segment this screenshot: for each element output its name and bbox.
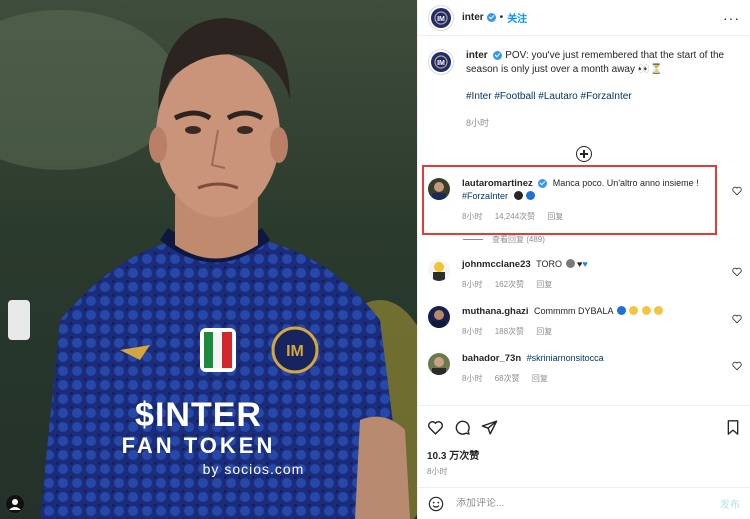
comment-hashtag[interactable]: #skriniarnonsitocca (527, 353, 604, 363)
post-author[interactable]: inter (462, 12, 484, 23)
emoji-smiley-icon[interactable] (428, 496, 444, 512)
inter-avatar[interactable]: IM (428, 4, 454, 31)
blue-heart-emoji-icon: ♥ (582, 259, 588, 269)
comment-time: 8小时 (462, 374, 483, 383)
verified-badge-icon (493, 50, 503, 60)
comment-username[interactable]: muthana.ghazi (462, 306, 529, 317)
commenter-avatar[interactable] (428, 178, 450, 200)
svg-text:IM: IM (437, 16, 445, 23)
reply-button[interactable]: 回复 (547, 212, 563, 221)
load-more-comments[interactable] (418, 146, 750, 164)
svg-text:IM: IM (437, 60, 445, 67)
likes-count[interactable]: 10.3 万次赞 (427, 447, 741, 462)
reply-button[interactable]: 回复 (536, 327, 552, 336)
reply-button[interactable]: 回复 (532, 374, 548, 383)
replies-line (463, 239, 483, 240)
blue-circle-emoji-icon (526, 191, 536, 200)
inter-logo-icon: IM (434, 55, 448, 69)
bookmark-save-icon[interactable] (725, 419, 741, 436)
like-heart-icon[interactable] (732, 267, 742, 277)
comment-time: 8小时 (462, 280, 483, 289)
like-heart-icon[interactable] (732, 186, 742, 196)
svg-text:IM: IM (286, 343, 304, 360)
comment-item: muthana.ghazi Commmm DYBALA 8小时 188次赞 回复 (418, 305, 750, 338)
comment-text: Manca poco. Un'altro anno insieme ! (552, 178, 699, 188)
post-image: IM $INTER FAN TOKEN by socios.com (0, 0, 417, 519)
caption-avatar[interactable]: IM (428, 49, 454, 75)
comment-input[interactable] (456, 498, 720, 509)
comment-likes[interactable]: 162次赞 (495, 280, 524, 289)
post-time: 8小时 (427, 467, 448, 476)
black-circle-emoji-icon (513, 191, 523, 200)
comment-bubble-icon[interactable] (454, 419, 471, 436)
comments-list[interactable]: IM inter POV: you've just remembered tha… (418, 37, 750, 404)
comment-likes[interactable]: 14,244次赞 (495, 212, 535, 221)
blue-circle-emoji-icon (616, 306, 626, 315)
tagged-user-icon[interactable] (5, 494, 25, 514)
comment-time: 8小时 (462, 327, 483, 336)
like-heart-icon[interactable] (427, 419, 444, 436)
post-caption: IM inter POV: you've just remembered tha… (418, 37, 750, 130)
comment-username[interactable]: lautaromartinez (462, 178, 533, 189)
comment-item: lautaromartinez Manca poco. Un'altro ann… (418, 177, 750, 223)
person-emoji-icon (565, 259, 575, 268)
caption-time: 8小时 (466, 118, 490, 128)
jersey-sponsor-line3: by socios.com (202, 461, 305, 477)
like-heart-icon[interactable] (732, 314, 742, 324)
comment-time: 8小时 (462, 212, 483, 221)
comment-username[interactable]: johnmcclane23 (462, 259, 531, 270)
comment-likes[interactable]: 188次赞 (495, 327, 524, 336)
comment-item: johnmcclane23 TORO ♥♥ 8小时 162次赞 回复 (418, 258, 750, 291)
header-separator: • (499, 12, 504, 23)
post-actions: 10.3 万次赞 8小时 (418, 405, 750, 477)
like-heart-icon[interactable] (732, 361, 742, 371)
face-emoji-icon (654, 306, 664, 315)
plus-circle-icon[interactable] (576, 146, 592, 162)
verified-badge-icon (486, 13, 496, 22)
comment-hashtag[interactable]: #ForzaInter (462, 191, 508, 201)
post-side-panel: IM inter • 关注 ··· IM inter POV: you've j… (417, 0, 750, 519)
commenter-avatar[interactable] (428, 353, 450, 375)
inter-logo-icon: IM (434, 10, 448, 25)
share-send-icon[interactable] (481, 419, 498, 436)
view-replies-label[interactable]: 查看回复 (489) (492, 234, 545, 245)
commenter-avatar[interactable] (428, 259, 450, 281)
jersey-sponsor-line2: FAN TOKEN (121, 433, 276, 458)
caption-author[interactable]: inter (466, 50, 488, 61)
caption-text: POV: you've just remembered that the sta… (466, 50, 725, 75)
caption-hashtags[interactable]: #Inter #Football #Lautaro #ForzaInter (466, 90, 736, 104)
comment-item: bahador_73n #skriniarnonsitocca 8小时 68次赞… (418, 352, 750, 385)
face-emoji-icon (641, 306, 651, 315)
reply-button[interactable]: 回复 (536, 280, 552, 289)
comment-likes[interactable]: 68次赞 (495, 374, 520, 383)
follow-button[interactable]: 关注 (507, 10, 527, 25)
view-replies-button[interactable]: 查看回复 (489) (463, 234, 750, 245)
comment-text: TORO (536, 259, 562, 269)
comment-composer: 发布 (418, 487, 750, 519)
more-options-button[interactable]: ··· (723, 10, 740, 26)
face-emoji-icon (629, 306, 639, 315)
jersey-sponsor: $INTER (135, 396, 262, 434)
comment-text: Commmm DYBALA (534, 306, 614, 316)
post-comment-button[interactable]: 发布 (720, 496, 740, 511)
post-header: IM inter • 关注 ··· (418, 0, 750, 36)
commenter-avatar[interactable] (428, 306, 450, 328)
comment-username[interactable]: bahador_73n (462, 353, 521, 364)
verified-badge-icon (538, 179, 548, 189)
